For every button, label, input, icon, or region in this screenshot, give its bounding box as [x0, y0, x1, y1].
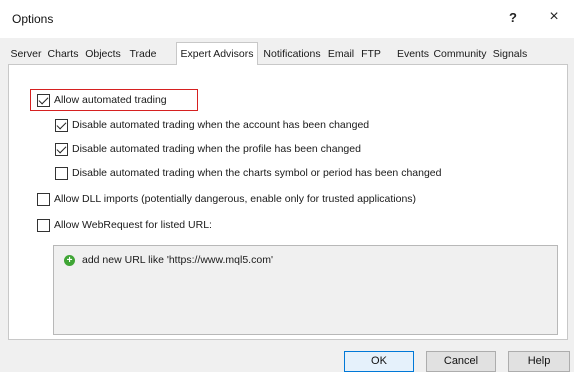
- help-icon[interactable]: ?: [505, 10, 521, 26]
- disable-profile-change-option[interactable]: Disable automated trading when the profi…: [55, 141, 361, 157]
- allow-automated-trading-option[interactable]: Allow automated trading: [37, 92, 167, 108]
- disable-account-change-checkbox[interactable]: [55, 118, 68, 132]
- disable-profile-change-checkbox[interactable]: [55, 142, 68, 156]
- tab-charts[interactable]: Charts: [46, 44, 80, 64]
- tab-community[interactable]: Community: [432, 44, 488, 64]
- tab-trade[interactable]: Trade: [126, 44, 160, 64]
- ok-button[interactable]: OK: [344, 351, 414, 372]
- cancel-button[interactable]: Cancel: [426, 351, 496, 372]
- disable-profile-change-label: Disable automated trading when the profi…: [72, 143, 361, 155]
- tab-email[interactable]: Email: [326, 44, 356, 64]
- title-bar: Options ? ×: [0, 0, 574, 38]
- help-button[interactable]: Help: [508, 351, 570, 372]
- allow-dll-imports-checkbox[interactable]: [37, 192, 50, 206]
- disable-symbol-change-checkbox[interactable]: [55, 166, 68, 180]
- tab-signals[interactable]: Signals: [490, 44, 530, 64]
- allow-automated-trading-label: Allow automated trading: [54, 94, 167, 106]
- add-url-label: add new URL like 'https://www.mql5.com': [82, 254, 273, 266]
- window-title: Options: [12, 12, 54, 26]
- tab-server[interactable]: Server: [8, 44, 44, 64]
- disable-symbol-change-label: Disable automated trading when the chart…: [72, 167, 442, 179]
- allow-dll-imports-label: Allow DLL imports (potentially dangerous…: [54, 193, 417, 205]
- disable-symbol-change-option[interactable]: Disable automated trading when the chart…: [55, 165, 441, 181]
- tab-expert-advisors[interactable]: Expert Advisors: [176, 42, 258, 65]
- allow-webrequest-checkbox[interactable]: [37, 218, 50, 232]
- tab-notifications[interactable]: Notifications: [260, 44, 324, 64]
- close-icon[interactable]: ×: [544, 8, 564, 28]
- allow-automated-trading-checkbox[interactable]: [37, 93, 50, 107]
- tab-events[interactable]: Events: [394, 44, 432, 64]
- tab-ftp[interactable]: FTP: [358, 44, 384, 64]
- add-icon: +: [64, 254, 75, 266]
- url-list[interactable]: + add new URL like 'https://www.mql5.com…: [53, 245, 558, 335]
- expert-advisors-panel: Allow automated trading Disable automate…: [8, 64, 568, 340]
- disable-account-change-option[interactable]: Disable automated trading when the accou…: [55, 117, 369, 133]
- allow-webrequest-option[interactable]: Allow WebRequest for listed URL:: [37, 217, 212, 233]
- add-url-item[interactable]: + add new URL like 'https://www.mql5.com…: [64, 254, 273, 266]
- allow-dll-imports-option[interactable]: Allow DLL imports (potentially dangerous…: [37, 191, 416, 207]
- allow-webrequest-label: Allow WebRequest for listed URL:: [54, 219, 212, 231]
- tab-objects[interactable]: Objects: [82, 44, 124, 64]
- disable-account-change-label: Disable automated trading when the accou…: [72, 119, 370, 131]
